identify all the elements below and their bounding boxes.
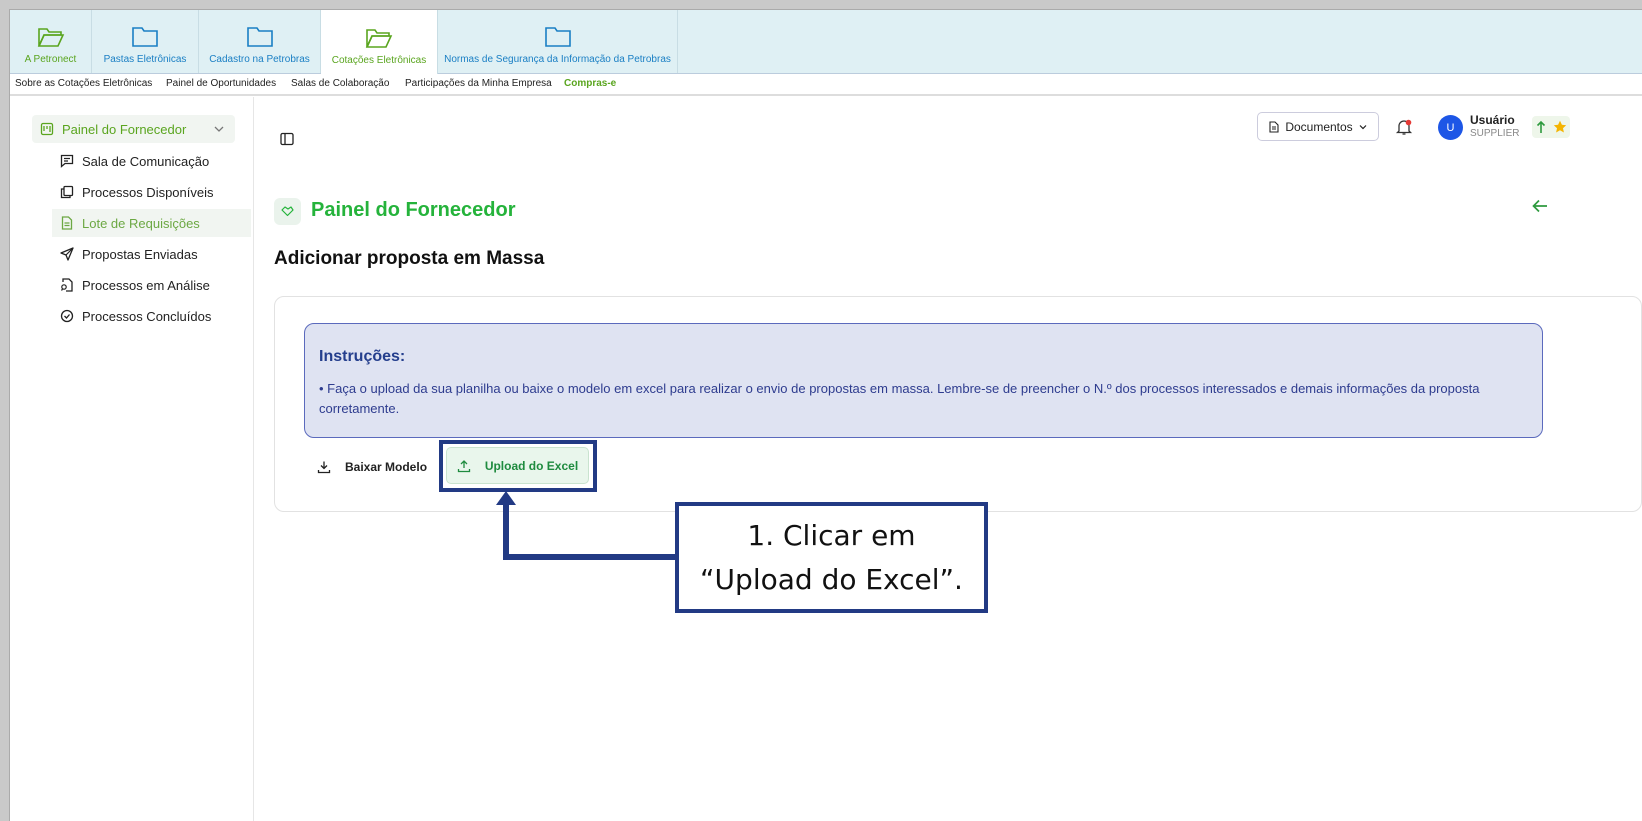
upload-excel-button[interactable]: Upload do Excel bbox=[446, 447, 589, 484]
subnav-painel-oportunidades[interactable]: Painel de Oportunidades bbox=[166, 78, 276, 89]
subnav-participacoes[interactable]: Participações da Minha Empresa bbox=[405, 78, 552, 89]
upload-icon bbox=[457, 459, 470, 472]
download-icon bbox=[317, 461, 331, 474]
upload-excel-label: Upload do Excel bbox=[484, 458, 579, 473]
sidebar-item-label: Propostas Enviadas bbox=[82, 246, 198, 262]
subnav-sobre[interactable]: Sobre as Cotações Eletrônicas bbox=[15, 78, 152, 89]
instructions-text: • Faça o upload da sua planilha ou baixe… bbox=[319, 381, 1480, 416]
chevron-down-icon bbox=[214, 126, 224, 132]
tab-pastas-eletronicas[interactable]: Pastas Eletrônicas bbox=[92, 10, 199, 73]
folder-icon bbox=[132, 27, 158, 47]
download-template-button[interactable]: Baixar Modelo bbox=[317, 453, 427, 481]
instructions-title: Instruções: bbox=[319, 348, 406, 365]
callout-line-1: 1. Clicar em bbox=[747, 518, 916, 552]
handshake-icon bbox=[274, 198, 301, 225]
rating-badge[interactable] bbox=[1532, 116, 1570, 138]
back-arrow-icon[interactable] bbox=[1531, 197, 1549, 215]
folder-open-icon bbox=[37, 28, 64, 47]
sidebar-toggle-icon[interactable] bbox=[280, 132, 294, 146]
avatar[interactable]: U bbox=[1438, 115, 1463, 140]
user-name: Usuário bbox=[1470, 113, 1515, 127]
send-icon bbox=[60, 247, 74, 261]
sidebar-header-painel-fornecedor[interactable]: Painel do Fornecedor bbox=[32, 115, 235, 143]
sidebar-item-sala-comunicacao[interactable]: Sala de Comunicação bbox=[52, 147, 251, 175]
sidebar-item-propostas-enviadas[interactable]: Propostas Enviadas bbox=[52, 240, 251, 268]
sidebar-item-lote-requisicoes[interactable]: Lote de Requisições bbox=[52, 209, 251, 237]
copy-icon bbox=[60, 185, 74, 199]
sidebar-item-processos-concluidos[interactable]: Processos Concluídos bbox=[52, 302, 251, 330]
app-window: A Petronect Pastas Eletrônicas Cadastro … bbox=[9, 9, 1642, 821]
subnav-compras-e[interactable]: Compras-e bbox=[564, 78, 616, 89]
sidebar-header-label: Painel do Fornecedor bbox=[62, 121, 187, 137]
download-template-label: Baixar Modelo bbox=[345, 460, 428, 474]
documents-dropdown[interactable]: Documentos bbox=[1257, 112, 1379, 141]
tab-cadastro-petrobras[interactable]: Cadastro na Petrobras bbox=[199, 10, 321, 73]
sidebar-item-label: Sala de Comunicação bbox=[82, 153, 210, 169]
sidebar-item-processos-analise[interactable]: Processos em Análise bbox=[52, 271, 251, 299]
chevron-down-icon bbox=[1359, 124, 1367, 129]
tab-label: Pastas Eletrônicas bbox=[103, 54, 187, 65]
document-icon bbox=[1269, 120, 1279, 133]
main-content: Documentos U Usuário SUPPLIER Painel do … bbox=[254, 97, 1642, 821]
tab-cotacoes-eletronicas[interactable]: Cotações Eletrônicas bbox=[321, 10, 438, 74]
folder-icon bbox=[544, 27, 571, 47]
callout-line-2: “Upload do Excel”. bbox=[700, 562, 963, 596]
message-icon bbox=[60, 154, 74, 168]
tab-label: Normas de Segurança da Informação da Pet… bbox=[444, 54, 671, 65]
sidebar-item-label: Lote de Requisições bbox=[82, 215, 200, 231]
panel-icon bbox=[40, 122, 54, 136]
subnav-salas-colaboracao[interactable]: Salas de Colaboração bbox=[291, 78, 389, 89]
file-search-icon bbox=[61, 278, 73, 292]
tab-label: Cadastro na Petrobras bbox=[209, 54, 310, 65]
file-icon bbox=[61, 216, 73, 230]
tab-normas-seguranca[interactable]: Normas de Segurança da Informação da Pet… bbox=[438, 10, 678, 73]
sidebar-item-label: Processos em Análise bbox=[82, 277, 210, 293]
annotation-arrow bbox=[496, 491, 675, 560]
sidebar-item-label: Processos Concluídos bbox=[82, 308, 212, 324]
page-title: Painel do Fornecedor bbox=[311, 199, 516, 221]
user-role: SUPPLIER bbox=[1470, 128, 1520, 139]
sub-nav: Sobre as Cotações Eletrônicas Painel de … bbox=[10, 74, 1642, 96]
star-icon bbox=[1553, 120, 1566, 133]
bell-icon[interactable] bbox=[1395, 118, 1413, 136]
top-tab-bar: A Petronect Pastas Eletrônicas Cadastro … bbox=[10, 10, 1642, 74]
check-circle-icon bbox=[60, 309, 74, 323]
instructions-box: Instruções: • Faça o upload da sua plani… bbox=[304, 323, 1543, 438]
sidebar-item-processos-disponiveis[interactable]: Processos Disponíveis bbox=[52, 178, 251, 206]
page-subtitle: Adicionar proposta em Massa bbox=[274, 248, 545, 269]
folder-icon bbox=[246, 27, 273, 47]
tab-label: Cotações Eletrônicas bbox=[331, 55, 427, 66]
tab-a-petronect[interactable]: A Petronect bbox=[10, 10, 92, 73]
sidebar-item-label: Processos Disponíveis bbox=[82, 184, 214, 200]
folder-open-icon bbox=[365, 29, 393, 48]
sidebar: Painel do Fornecedor Sala de Comunicação… bbox=[10, 97, 254, 821]
documents-label: Documentos bbox=[1285, 119, 1353, 134]
instruction-callout: 1. Clicar em “Upload do Excel”. bbox=[675, 502, 988, 613]
arrow-up-icon bbox=[1536, 120, 1545, 133]
upload-card: Instruções: • Faça o upload da sua plani… bbox=[274, 296, 1642, 512]
tab-label: A Petronect bbox=[24, 54, 77, 65]
